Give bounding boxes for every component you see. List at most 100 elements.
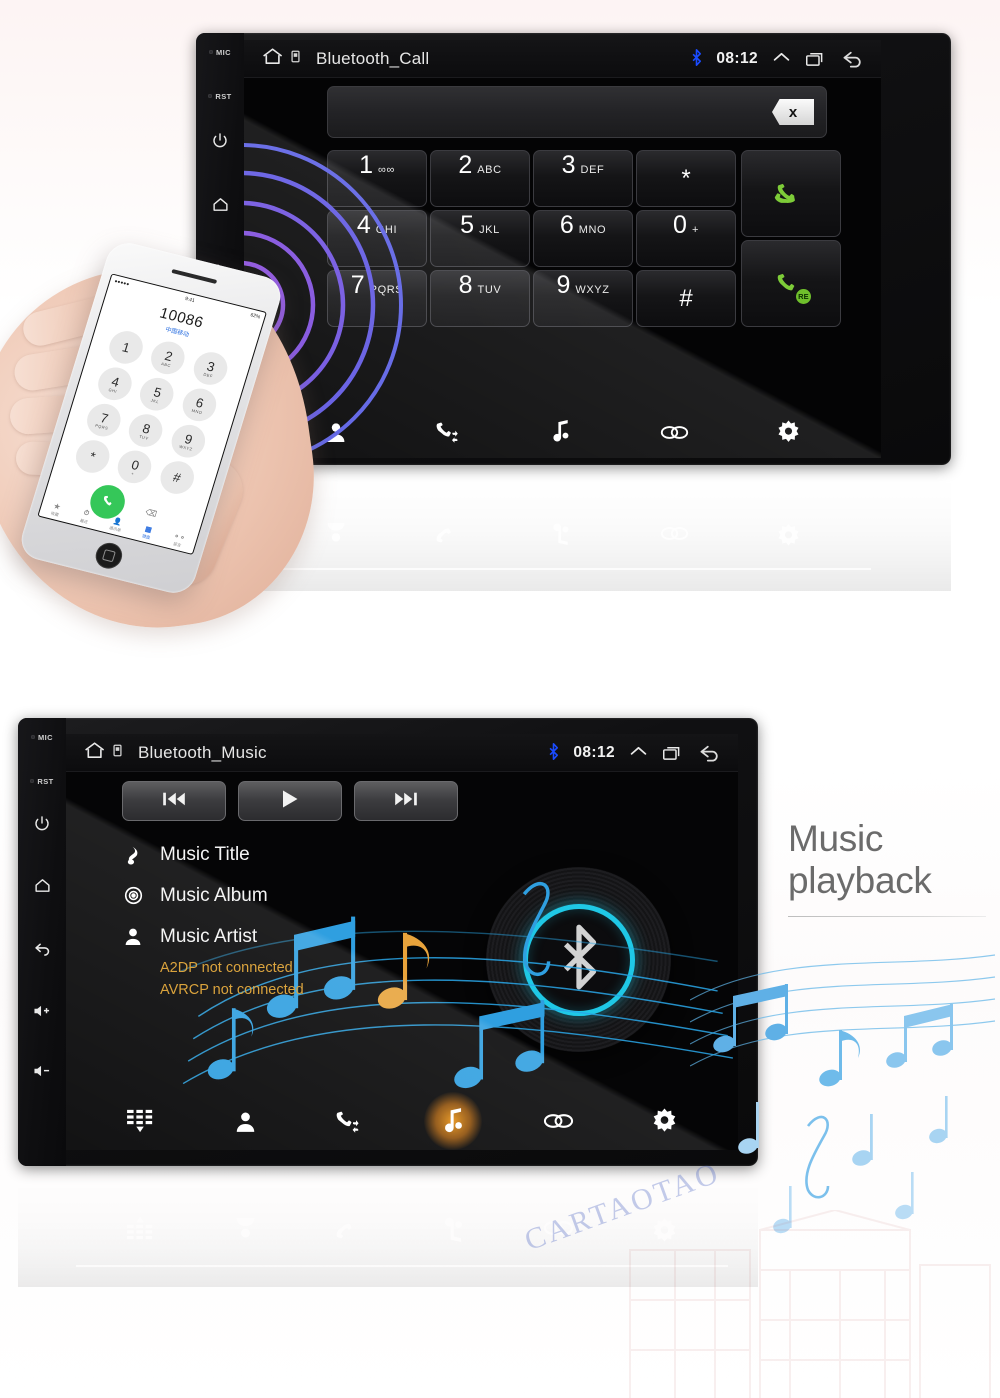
chevron-up-icon[interactable] [629, 746, 648, 760]
phone-key-digit: 2 [163, 347, 175, 364]
reset-hole-icon [208, 94, 213, 98]
phone-key[interactable]: 5 JKL [136, 374, 178, 415]
phone-key-digit: 9 [183, 430, 195, 447]
music-icon[interactable] [549, 419, 572, 445]
bluetooth-icon [548, 743, 559, 762]
cast-icon[interactable] [113, 744, 122, 762]
call-history-icon[interactable] [335, 1109, 363, 1134]
phone-tab-favorites[interactable]: ★ 收藏 [50, 502, 62, 518]
back-arrow-icon[interactable] [697, 743, 724, 763]
mic-hole-icon [31, 735, 36, 739]
phone-key-letters: JKL [150, 397, 160, 404]
call-history-icon[interactable] [435, 420, 462, 444]
key-star[interactable]: * [636, 150, 736, 207]
phone-key-letters: + [130, 470, 136, 476]
play-icon [281, 789, 299, 814]
mic-text: MIC [216, 47, 231, 57]
settings-gear-icon[interactable] [651, 1108, 678, 1135]
redial-button[interactable]: RE [741, 240, 841, 327]
status-home-group[interactable] [82, 739, 122, 766]
key-3[interactable]: 3 DEF [533, 150, 633, 207]
next-track-button[interactable] [354, 781, 458, 821]
volume-down-icon[interactable] [18, 1048, 66, 1094]
key-8[interactable]: 8 TUV [430, 270, 530, 327]
dial-button[interactable] [741, 150, 841, 237]
handset-icon [771, 176, 811, 211]
phone-key-letters: WXYZ [178, 443, 194, 452]
home-icon[interactable] [18, 862, 66, 908]
chevron-up-icon[interactable] [772, 52, 791, 66]
key-6[interactable]: 6 MNO [533, 210, 633, 267]
phone-tab-keypad[interactable]: ▦ 键盘 [141, 525, 153, 541]
key-digit: 6 [559, 211, 574, 239]
back-arrow-icon[interactable] [840, 49, 867, 69]
phone-key[interactable]: 8 TUV [125, 410, 167, 451]
phone-key[interactable]: 0 + [113, 447, 156, 487]
play-button[interactable] [238, 781, 342, 821]
phone-key-letters: GHI [108, 386, 118, 394]
home-icon[interactable] [196, 181, 244, 227]
key-letters: MNO [578, 224, 607, 236]
track-title-row: Music Title [122, 834, 304, 875]
home-icon[interactable] [260, 45, 287, 72]
backspace-icon[interactable]: x [772, 99, 814, 125]
music-icon[interactable] [440, 1107, 466, 1136]
phone-key[interactable]: 3 DEF [189, 348, 232, 389]
phone-key[interactable]: 6 MNO [178, 385, 220, 425]
key-1[interactable]: 1 ∞∞ [327, 150, 427, 207]
previous-track-button[interactable] [122, 781, 226, 821]
phone-number-input[interactable]: x [327, 86, 827, 138]
settings-gear-icon[interactable] [776, 419, 801, 445]
link-icon[interactable] [543, 1110, 574, 1132]
keypad-icon[interactable] [126, 1108, 156, 1134]
phone-key[interactable]: 9 WXYZ [167, 421, 209, 461]
reset-label: RST [208, 85, 231, 107]
phone-clock: 9:41 [184, 295, 196, 304]
cast-icon[interactable] [291, 50, 300, 68]
key-2[interactable]: 2 ABC [430, 150, 530, 207]
tab-label: 最近 [79, 517, 89, 525]
phone-key-digit: 6 [194, 394, 206, 411]
music-screen: Bluetooth_Music 08:12 Music Title Music … [66, 734, 738, 1150]
vinyl-record-graphic [486, 867, 671, 1052]
phone-key-digit: * [88, 448, 98, 465]
back-icon[interactable] [18, 924, 66, 970]
transport-controls [122, 781, 458, 821]
phone-key[interactable]: 4 GHI [94, 364, 136, 404]
phone-key[interactable]: # [156, 457, 198, 498]
track-artist: Music Artist [160, 925, 258, 947]
recents-icon[interactable] [662, 745, 683, 761]
artist-person-icon [122, 927, 144, 946]
status-bar: Bluetooth_Music 08:12 [66, 734, 738, 772]
link-icon[interactable] [660, 422, 689, 443]
phone-key[interactable]: 1 [105, 327, 147, 368]
contacts-icon[interactable] [233, 1109, 258, 1134]
ghost-building-background [629, 1210, 991, 1398]
phone-tab-contacts[interactable]: 👤 通讯录 [108, 517, 124, 534]
key-digit: * [681, 164, 691, 192]
phone-home-button[interactable] [92, 540, 126, 572]
caption-divider [788, 915, 986, 918]
phone-tab-recents[interactable]: ⏱ 最近 [79, 509, 91, 525]
key-0[interactable]: 0 + [636, 210, 736, 267]
key-letters: + [691, 224, 699, 236]
call-action-column: RE [741, 150, 841, 327]
phone-key-digit: 4 [109, 373, 122, 390]
home-icon[interactable] [82, 739, 109, 766]
power-icon[interactable] [18, 800, 66, 846]
phone-backspace-icon[interactable]: ⌫ [144, 507, 158, 518]
recents-icon[interactable] [805, 51, 826, 67]
key-5[interactable]: 5 JKL [430, 210, 530, 267]
volume-up-icon[interactable] [18, 988, 66, 1034]
phone-key[interactable]: * [71, 436, 114, 477]
key-hash[interactable]: # [636, 270, 736, 327]
power-icon[interactable] [196, 117, 244, 163]
key-9[interactable]: 9 WXYZ [533, 270, 633, 327]
phone-key[interactable]: 7 PQRS [82, 400, 125, 440]
phone-key-letters: PQRS [94, 422, 110, 431]
caption-block: Music playback [788, 818, 988, 918]
phone-tab-voicemail[interactable]: ⚬⚬ 留言 [171, 532, 187, 549]
phone-keypad: 1 2 ABC 3 DEF 4 GHI 5 JKL 6 MNO 7 PQRS 8 TUV 9W… [71, 327, 234, 498]
status-home-group[interactable] [260, 45, 300, 72]
phone-key[interactable]: 2 ABC [147, 338, 189, 378]
